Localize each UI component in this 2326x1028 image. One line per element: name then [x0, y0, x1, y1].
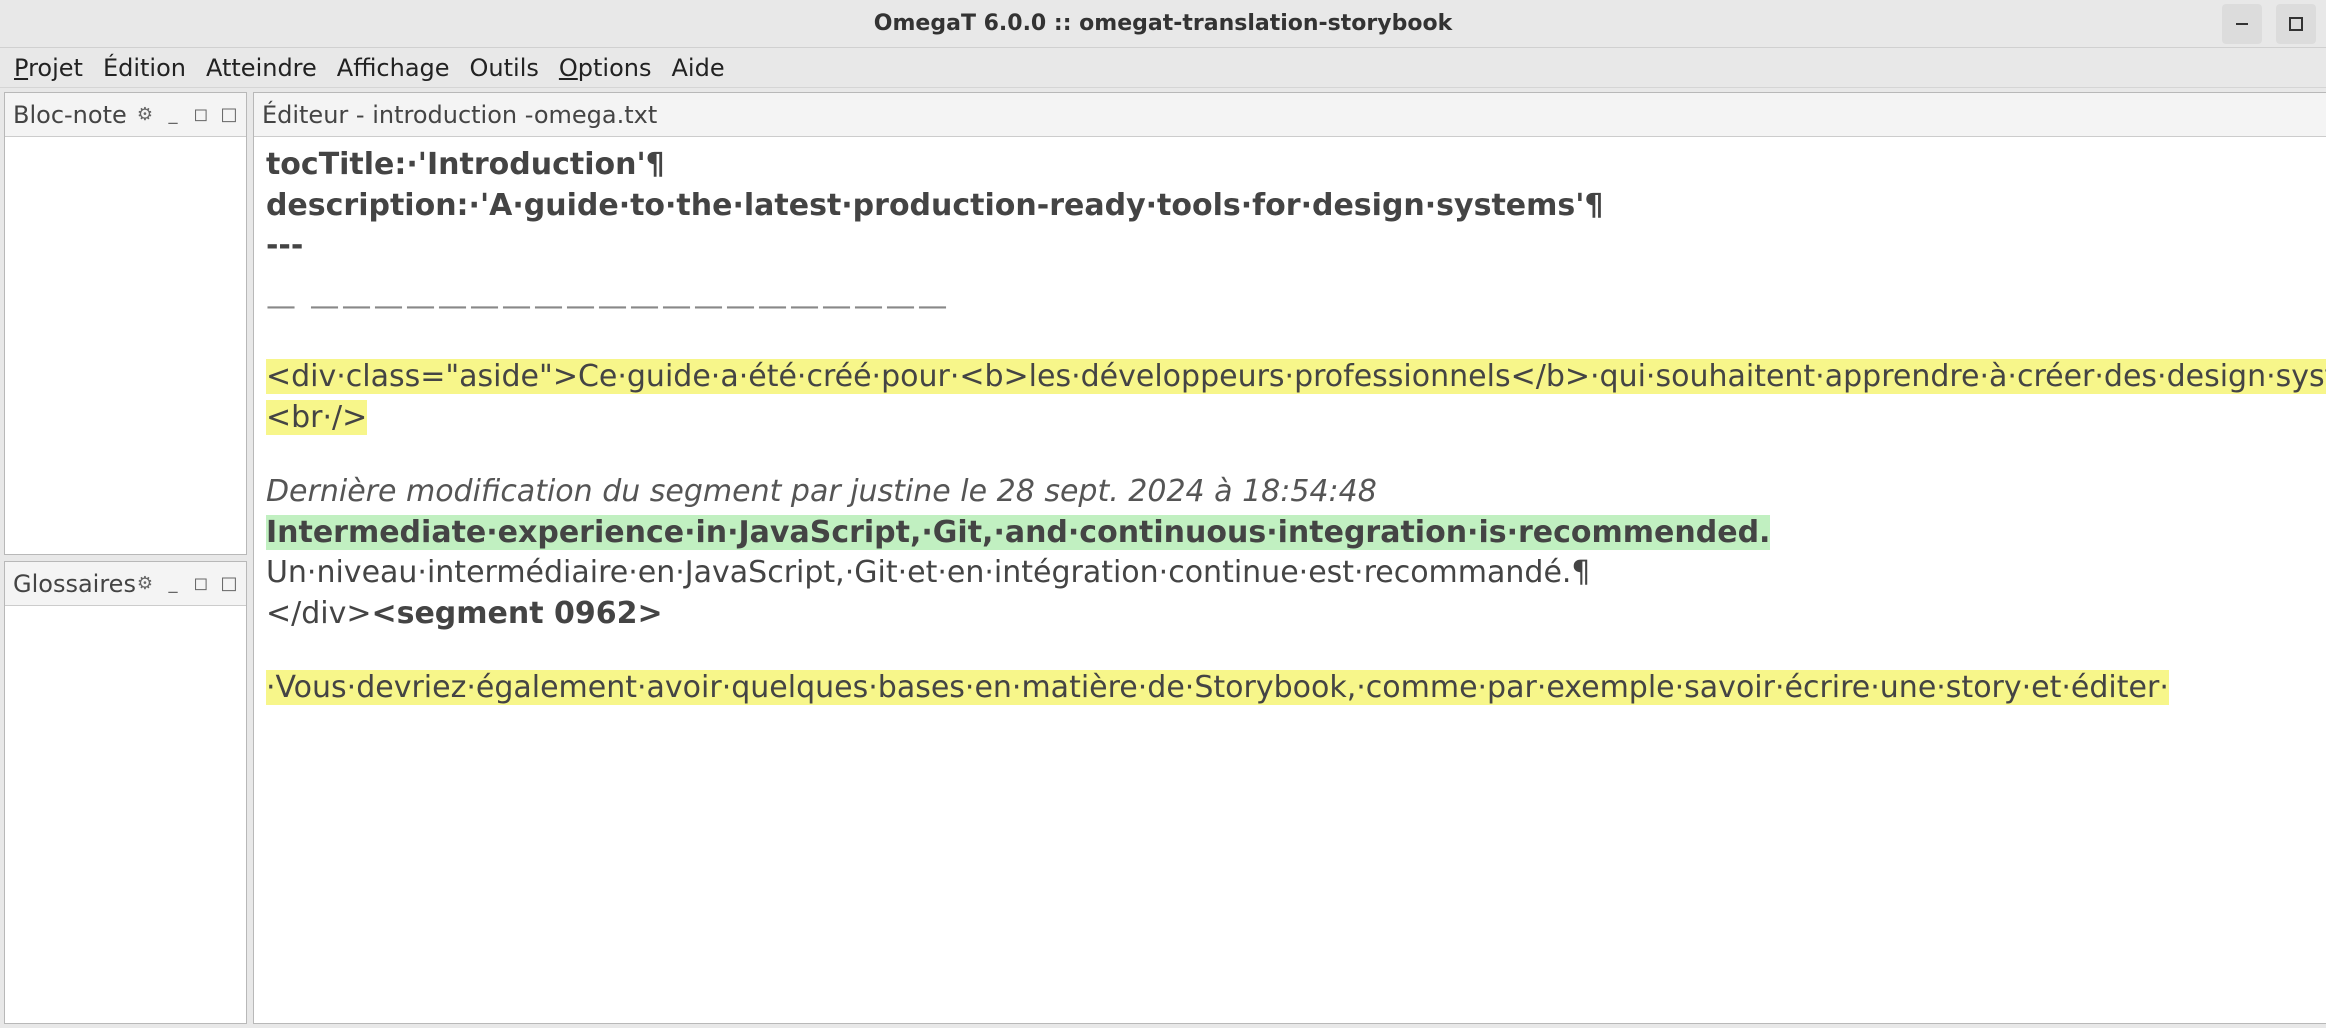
gear-icon[interactable]: ⚙ — [136, 573, 154, 594]
blocnote-controls: ⚙ _ ◻ □ — [136, 104, 238, 125]
editor-segment: <div·class="aside">Ce·guide·a·été·créé·p… — [266, 357, 2326, 398]
center-column: Éditeur - introduction -omega.txt _ □ to… — [253, 92, 2326, 1024]
editor-header: Éditeur - introduction -omega.txt _ □ — [254, 93, 2326, 137]
workspace: Bloc-note ⚙ _ ◻ □ Glossaires ⚙ _ ◻ □ — [0, 88, 2326, 1028]
window-controls — [2222, 0, 2316, 48]
close-tag: </div> — [266, 596, 372, 631]
undock-icon[interactable]: ◻ — [192, 573, 210, 594]
left-column: Bloc-note ⚙ _ ◻ □ Glossaires ⚙ _ ◻ □ — [4, 92, 247, 1024]
editor-line: tocTitle:·'Introduction'¶ — [266, 145, 2326, 186]
blocnote-body[interactable] — [5, 137, 246, 554]
source-segment: Intermediate·experience·in·JavaScript,·G… — [266, 513, 2326, 554]
editor-body: tocTitle:·'Introduction'¶ description:·'… — [254, 137, 2326, 1023]
editor-segment: ·Vous·devriez·également·avoir·quelques·b… — [266, 668, 2326, 709]
menu-projet[interactable]: Projet — [4, 50, 93, 86]
editor-line: --- — [266, 226, 2326, 267]
glossaires-title: Glossaires — [13, 570, 136, 598]
gear-icon[interactable]: ⚙ — [136, 104, 154, 125]
dash-icon[interactable]: _ — [164, 104, 182, 125]
menu-outils[interactable]: Outils — [460, 50, 549, 86]
maximize-button[interactable] — [2276, 4, 2316, 44]
segment-close-line: </div><segment 0962> — [266, 594, 2326, 635]
menu-options[interactable]: Options — [549, 50, 662, 86]
glossaires-pane: Glossaires ⚙ _ ◻ □ — [4, 561, 247, 1024]
menu-bar: Projet Édition Atteindre Affichage Outil… — [0, 48, 2326, 88]
blocnote-title: Bloc-note — [13, 101, 127, 129]
editor-title: Éditeur - introduction -omega.txt — [262, 101, 657, 129]
translated-highlight: <br·/> — [266, 400, 367, 435]
menu-affichage[interactable]: Affichage — [327, 50, 460, 86]
translation-text: Un·niveau·intermédiaire·en·JavaScript,·G… — [266, 553, 2326, 594]
dash-icon[interactable]: _ — [164, 573, 182, 594]
blocnote-pane: Bloc-note ⚙ _ ◻ □ — [4, 92, 247, 555]
undock-icon[interactable]: ◻ — [192, 104, 210, 125]
segment-marker: <segment 0962> — [371, 596, 662, 631]
editor-segment: <br·/> — [266, 398, 2326, 439]
source-highlight: Intermediate·experience·in·JavaScript,·G… — [266, 515, 1770, 550]
window-titlebar: OmegaT 6.0.0 :: omegat-translation-story… — [0, 0, 2326, 48]
editor-pane: Éditeur - introduction -omega.txt _ □ to… — [253, 92, 2326, 1024]
maximize-pane-icon[interactable]: □ — [220, 573, 238, 594]
menu-edition[interactable]: Édition — [93, 50, 196, 86]
menu-aide[interactable]: Aide — [662, 50, 735, 86]
editor-line: description:·'A·guide·to·the·latest·prod… — [266, 186, 2326, 227]
glossaires-controls: ⚙ _ ◻ □ — [136, 573, 238, 594]
glossaires-header: Glossaires ⚙ _ ◻ □ — [5, 562, 246, 606]
minimize-button[interactable] — [2222, 4, 2262, 44]
window-title: OmegaT 6.0.0 :: omegat-translation-story… — [874, 11, 1452, 36]
maximize-pane-icon[interactable]: □ — [220, 104, 238, 125]
blocnote-header: Bloc-note ⚙ _ ◻ □ — [5, 93, 246, 137]
menu-atteindre[interactable]: Atteindre — [196, 50, 327, 86]
divider-dashes: — ———————————————————— — [266, 287, 2326, 328]
editor-content[interactable]: tocTitle:·'Introduction'¶ description:·'… — [254, 137, 2326, 1023]
glossaires-body[interactable] — [5, 606, 246, 1023]
translated-highlight: <div·class="aside">Ce·guide·a·été·créé·p… — [266, 359, 2326, 394]
translated-highlight: ·Vous·devriez·également·avoir·quelques·b… — [266, 670, 2169, 705]
segment-meta: Dernière modification du segment par jus… — [266, 472, 2326, 513]
